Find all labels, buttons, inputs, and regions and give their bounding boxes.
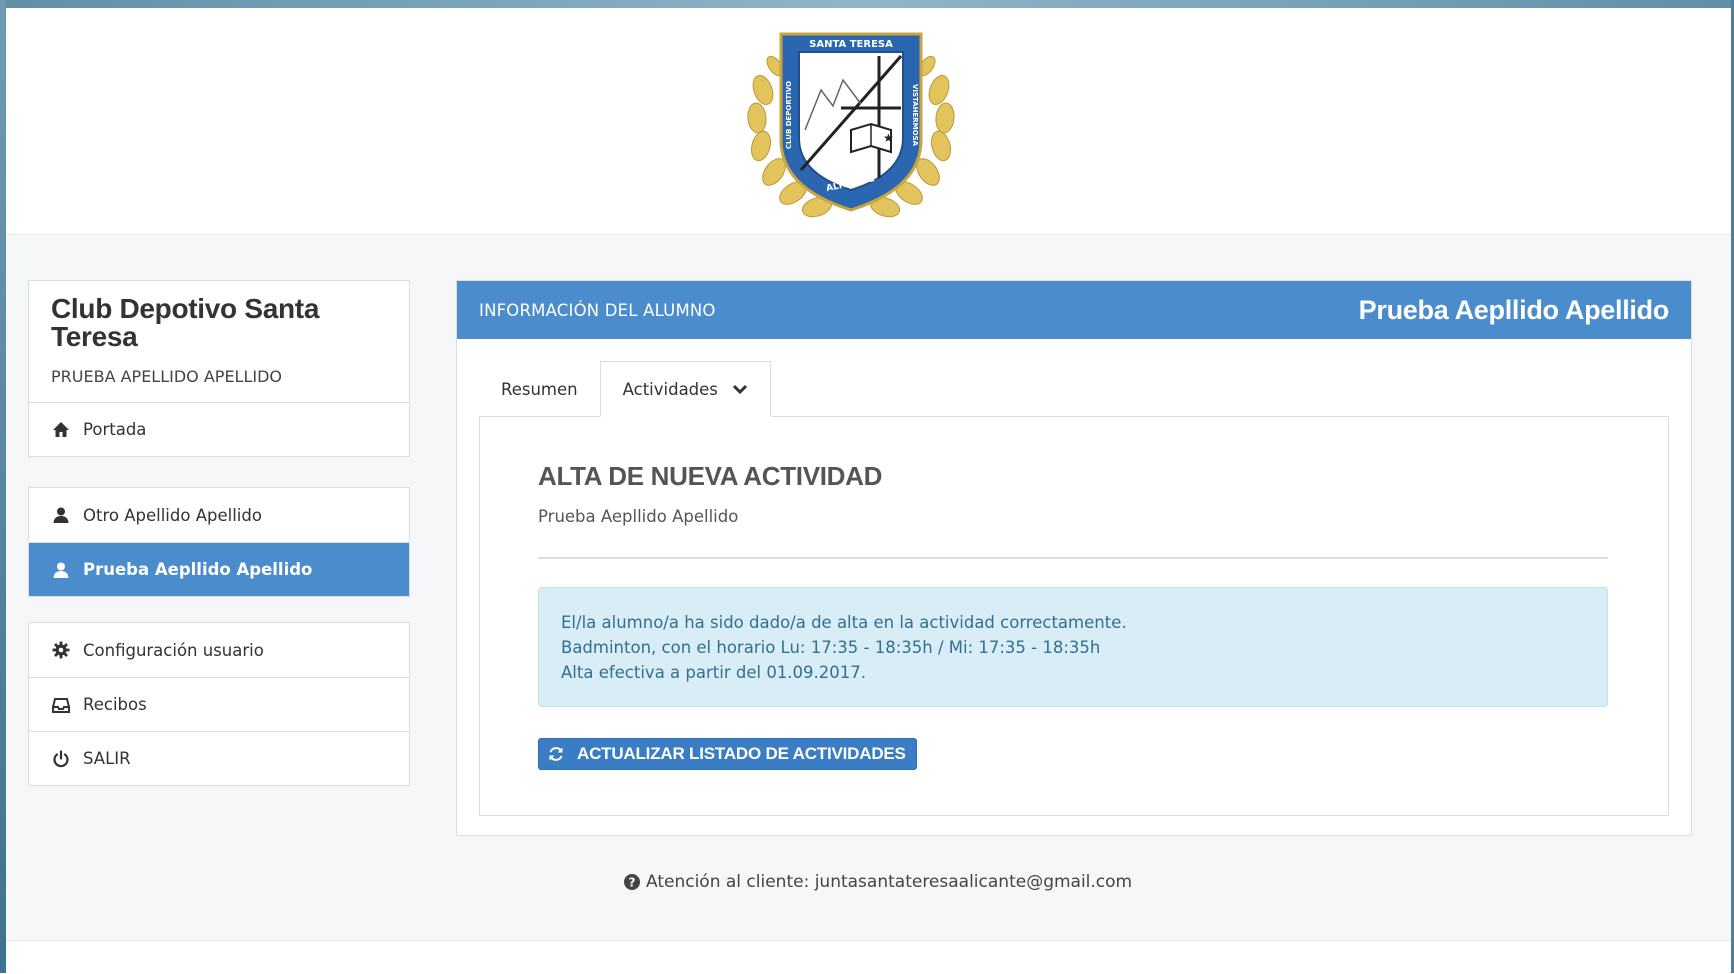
customer-service-contact: ? Atención al cliente: juntasantateresaa…: [623, 872, 1132, 892]
page-footer: [6, 940, 1731, 974]
question-circle-icon: ?: [623, 873, 641, 891]
sidebar-config-group: Configuración usuario Recibos SALIR: [28, 622, 410, 786]
user-icon: [51, 560, 71, 580]
club-logo[interactable]: ★ SANTA TERESA ALICANTE CLUB DEPORTIVO V…: [741, 20, 961, 230]
sidebar-students-group: Otro Apellido Apellido Prueba Aepllido A…: [28, 487, 410, 597]
chevron-down-icon: [732, 383, 748, 395]
tab-bar: Resumen Actividades: [479, 361, 771, 417]
section-title: ALTA DE NUEVA ACTIVIDAD: [538, 461, 883, 491]
alert-line: Badminton, con el horario Lu: 17:35 - 18…: [561, 638, 1101, 657]
contact-label[interactable]: Atención al cliente: juntasantateresaali…: [646, 872, 1132, 892]
sidebar-item-student-otro[interactable]: Otro Apellido Apellido: [29, 488, 409, 542]
logo-left-text: CLUB DEPORTIVO: [785, 81, 793, 149]
tab-label: Resumen: [501, 379, 578, 399]
inbox-icon: [51, 695, 71, 715]
home-icon: [51, 420, 71, 440]
sidebar-item-student-prueba[interactable]: Prueba Aepllido Apellido: [29, 542, 409, 596]
section-subtitle: Prueba Aepllido Apellido: [538, 507, 739, 526]
tab-actividades[interactable]: Actividades: [599, 361, 771, 417]
success-alert: El/la alumno/a ha sido dado/a de alta en…: [538, 587, 1608, 707]
svg-text:?: ?: [629, 876, 636, 890]
svg-text:★: ★: [883, 131, 894, 145]
refresh-activities-button[interactable]: ACTUALIZAR LISTADO DE ACTIVIDADES: [538, 738, 917, 770]
sidebar-item-label: Configuración usuario: [83, 640, 264, 660]
gear-icon: [51, 640, 71, 660]
button-label: ACTUALIZAR LISTADO DE ACTIVIDADES: [577, 744, 906, 763]
logo-right-text: VISTAHERMOSA: [911, 84, 919, 147]
tab-content: ALTA DE NUEVA ACTIVIDAD Prueba Aepllido …: [479, 416, 1669, 816]
sidebar-item-portada[interactable]: Portada: [29, 402, 409, 456]
alert-line: Alta efectiva a partir del 01.09.2017.: [561, 663, 867, 682]
sidebar-item-label: Otro Apellido Apellido: [83, 505, 262, 525]
user-name: PRUEBA APELLIDO APELLIDO: [51, 367, 283, 386]
sidebar-club-card: Club Depotivo Santa Teresa PRUEBA APELLI…: [28, 280, 410, 457]
user-icon: [51, 505, 71, 525]
logo-top-text: SANTA TERESA: [809, 39, 893, 50]
club-name: Club Depotivo Santa Teresa: [51, 293, 320, 352]
sidebar-item-configuracion[interactable]: Configuración usuario: [29, 623, 409, 677]
sidebar-item-label: Recibos: [83, 695, 147, 714]
power-icon: [51, 749, 71, 769]
sidebar-item-label: Portada: [83, 420, 147, 439]
sidebar-item-recibos[interactable]: Recibos: [29, 677, 409, 731]
divider: [538, 557, 1608, 559]
student-info-panel: INFORMACIÓN DEL ALUMNO Prueba Aepllido A…: [456, 280, 1692, 836]
sidebar-item-label: SALIR: [83, 749, 131, 768]
page-header: ★ SANTA TERESA ALICANTE CLUB DEPORTIVO V…: [6, 8, 1731, 235]
tab-resumen[interactable]: Resumen: [479, 361, 600, 417]
panel-student-name: Prueba Aepllido Apellido: [1358, 294, 1670, 325]
tab-label: Actividades: [622, 379, 718, 399]
panel-header: INFORMACIÓN DEL ALUMNO Prueba Aepllido A…: [457, 281, 1691, 339]
refresh-icon: [547, 745, 565, 763]
sidebar-item-salir[interactable]: SALIR: [29, 731, 409, 785]
panel-header-label: INFORMACIÓN DEL ALUMNO: [479, 300, 716, 320]
window-frame-top: [0, 0, 1734, 8]
alert-line: El/la alumno/a ha sido dado/a de alta en…: [561, 613, 1127, 632]
main-content: Club Depotivo Santa Teresa PRUEBA APELLI…: [6, 235, 1731, 940]
sidebar-item-label: Prueba Aepllido Apellido: [83, 560, 313, 579]
